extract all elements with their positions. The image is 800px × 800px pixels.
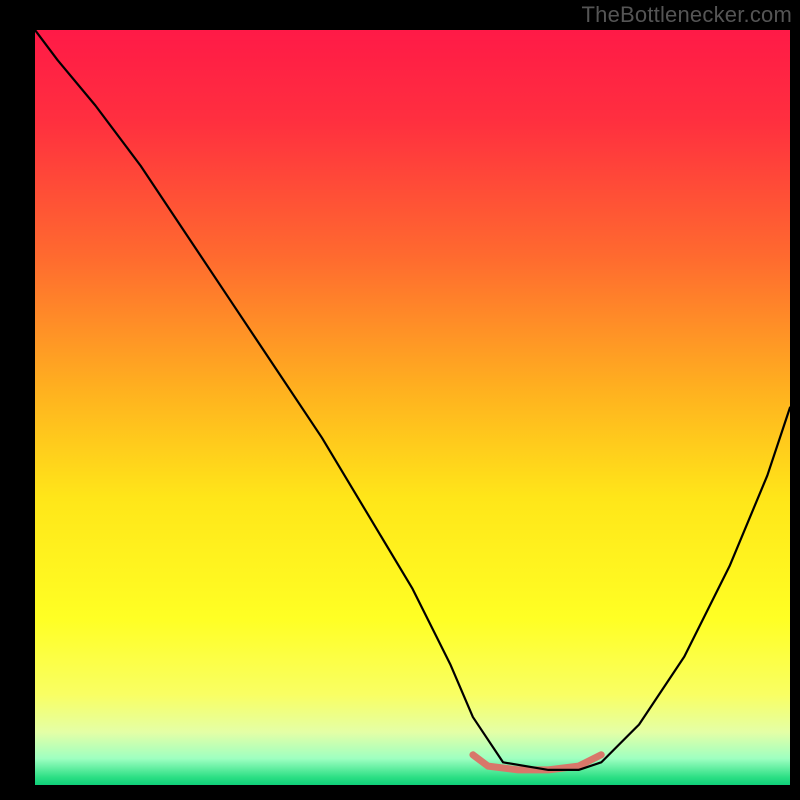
bottleneck-chart (35, 30, 790, 785)
chart-frame: TheBottlenecker.com (0, 0, 800, 800)
watermark-text: TheBottlenecker.com (582, 2, 792, 28)
gradient-background (35, 30, 790, 785)
plot-area (35, 30, 790, 785)
